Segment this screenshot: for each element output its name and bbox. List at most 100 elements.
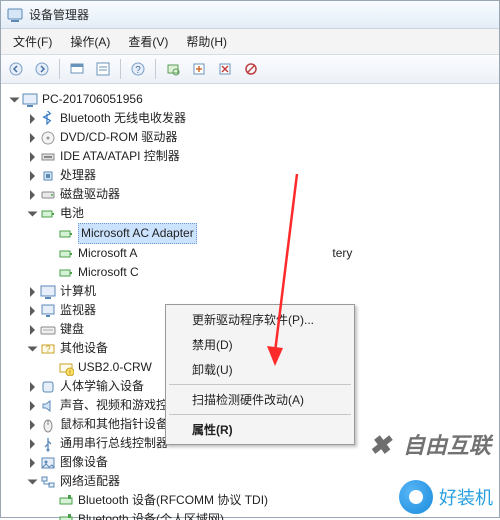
- tree-category-battery[interactable]: 电池: [5, 204, 495, 223]
- keyboard-icon: [40, 322, 56, 338]
- content-area: PC-201706051956 Bluetooth 无线电收发器 DVD/CD-…: [1, 84, 499, 520]
- sound-icon: [40, 398, 56, 414]
- tree-category[interactable]: 计算机: [5, 282, 495, 301]
- toolbar-console-icon[interactable]: [66, 58, 88, 80]
- cpu-icon: [40, 168, 56, 184]
- unknown-device-icon: !: [58, 360, 74, 376]
- tree-label: 处理器: [60, 166, 96, 185]
- toolbar-separator: [59, 59, 60, 79]
- network-adapter-icon: [58, 493, 74, 509]
- hid-icon: [40, 379, 56, 395]
- tree-category[interactable]: Bluetooth 无线电收发器: [5, 109, 495, 128]
- tree-label: Microsoft A: [78, 244, 137, 263]
- tree-item[interactable]: Microsoft A tery: [5, 244, 495, 263]
- svg-text:!: !: [69, 370, 71, 376]
- toolbar-uninstall-icon[interactable]: [214, 58, 236, 80]
- tree-label: Bluetooth 设备(RFCOMM 协议 TDI): [78, 491, 268, 510]
- tree-label: USB2.0-CRW: [78, 358, 152, 377]
- back-button[interactable]: [5, 58, 27, 80]
- tree-label: IDE ATA/ATAPI 控制器: [60, 147, 180, 166]
- app-icon: [7, 7, 23, 23]
- expand-icon[interactable]: [27, 151, 38, 162]
- svg-text:?: ?: [45, 344, 50, 354]
- expand-icon[interactable]: [27, 170, 38, 181]
- tree-label: 鼠标和其他指针设备: [60, 415, 168, 434]
- menubar: 文件(F) 操作(A) 查看(V) 帮助(H): [1, 29, 499, 55]
- menu-action[interactable]: 操作(A): [62, 31, 118, 52]
- ctx-scan-hardware[interactable]: 扫描检测硬件改动(A): [168, 387, 352, 412]
- expand-icon[interactable]: [27, 189, 38, 200]
- collapse-icon[interactable]: [27, 476, 38, 487]
- watermark-text: 自由互联: [403, 428, 491, 460]
- battery-icon: [58, 226, 74, 242]
- tree-label: 计算机: [60, 282, 96, 301]
- tree-category[interactable]: 磁盘驱动器: [5, 185, 495, 204]
- toolbar: ?: [1, 55, 499, 84]
- watermark-ziyou: ✖ 自由互联: [369, 428, 491, 460]
- tree-label: 图像设备: [60, 453, 108, 472]
- device-manager-window: 设备管理器 文件(F) 操作(A) 查看(V) 帮助(H) ? PC-20170…: [0, 0, 500, 518]
- toolbar-separator: [155, 59, 156, 79]
- battery-icon: [40, 206, 56, 222]
- tree-category[interactable]: 处理器: [5, 166, 495, 185]
- expand-icon[interactable]: [27, 438, 38, 449]
- tree-label-tail: tery: [332, 244, 352, 263]
- ctx-uninstall[interactable]: 卸载(U): [168, 357, 352, 382]
- network-adapter-icon: [58, 512, 74, 520]
- forward-button[interactable]: [31, 58, 53, 80]
- expand-icon[interactable]: [27, 457, 38, 468]
- tree-label: 其他设备: [60, 339, 108, 358]
- expand-icon[interactable]: [27, 305, 38, 316]
- toolbar-update-icon[interactable]: [188, 58, 210, 80]
- tree-item[interactable]: Microsoft C: [5, 263, 495, 282]
- window-title: 设备管理器: [29, 6, 89, 23]
- menu-view[interactable]: 查看(V): [120, 31, 176, 52]
- ctx-separator: [169, 414, 351, 415]
- menu-file[interactable]: 文件(F): [5, 31, 60, 52]
- tree-label: 电池: [60, 204, 84, 223]
- expand-icon[interactable]: [27, 286, 38, 297]
- collapse-icon[interactable]: [9, 94, 20, 105]
- tree-root[interactable]: PC-201706051956: [5, 90, 495, 109]
- expand-icon[interactable]: [27, 324, 38, 335]
- toolbar-properties-icon[interactable]: [92, 58, 114, 80]
- menu-help[interactable]: 帮助(H): [178, 31, 235, 52]
- tree-root-label: PC-201706051956: [42, 90, 143, 109]
- ide-icon: [40, 149, 56, 165]
- tree-category[interactable]: DVD/CD-ROM 驱动器: [5, 128, 495, 147]
- watermark-text: 好装机: [439, 484, 493, 510]
- toolbar-disable-icon[interactable]: [240, 58, 262, 80]
- toolbar-help-icon[interactable]: ?: [127, 58, 149, 80]
- ctx-disable[interactable]: 禁用(D): [168, 332, 352, 357]
- battery-icon: [58, 246, 74, 262]
- tree-label: Microsoft AC Adapter: [78, 223, 197, 244]
- expand-icon[interactable]: [27, 419, 38, 430]
- ctx-properties[interactable]: 属性(R): [168, 417, 352, 442]
- tree-label: 通用串行总线控制器: [60, 434, 168, 453]
- ctx-update-driver[interactable]: 更新驱动程序软件(P)...: [168, 307, 352, 332]
- tree-category[interactable]: IDE ATA/ATAPI 控制器: [5, 147, 495, 166]
- other-icon: ?: [40, 341, 56, 357]
- lens-icon: [399, 480, 433, 514]
- computer-icon: [40, 284, 56, 300]
- expand-icon[interactable]: [27, 132, 38, 143]
- ctx-separator: [169, 384, 351, 385]
- bluetooth-icon: [40, 111, 56, 127]
- network-icon: [40, 474, 56, 490]
- collapse-icon[interactable]: [27, 208, 38, 219]
- tree-label: 监视器: [60, 301, 96, 320]
- expand-icon[interactable]: [27, 381, 38, 392]
- expand-icon[interactable]: [27, 400, 38, 411]
- x-icon: ✖: [369, 430, 397, 458]
- tree-label: 键盘: [60, 320, 84, 339]
- computer-icon: [22, 92, 38, 108]
- tree-item-selected[interactable]: Microsoft AC Adapter: [5, 223, 495, 244]
- tree-label: 人体学输入设备: [60, 377, 144, 396]
- toolbar-scan-icon[interactable]: [162, 58, 184, 80]
- tree-label: 网络适配器: [60, 472, 120, 491]
- tree-label: Bluetooth 设备(个人区域网): [78, 510, 224, 520]
- expand-icon[interactable]: [27, 113, 38, 124]
- collapse-icon[interactable]: [27, 343, 38, 354]
- toolbar-separator: [120, 59, 121, 79]
- tree-label: Microsoft C: [78, 263, 139, 282]
